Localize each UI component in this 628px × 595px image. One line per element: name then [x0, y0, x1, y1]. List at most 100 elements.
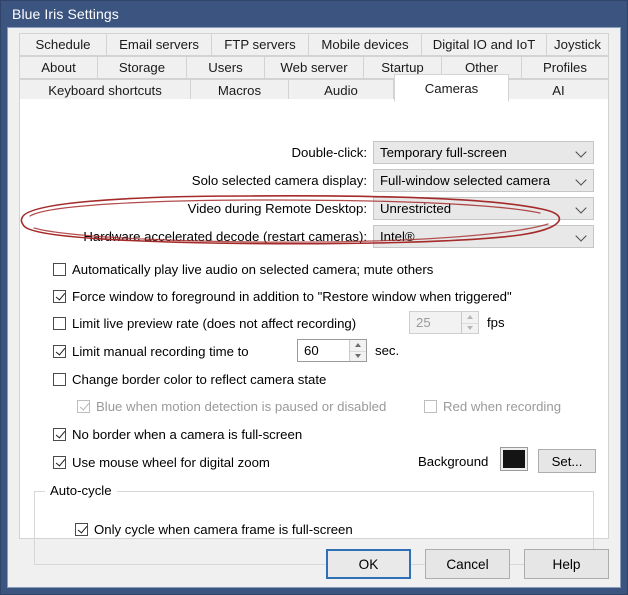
- tab-storage[interactable]: Storage: [98, 56, 187, 79]
- tab-profiles[interactable]: Profiles: [522, 56, 609, 79]
- tab-label: Digital IO and IoT: [432, 37, 536, 52]
- red-when-recording-checkbox: [424, 400, 437, 413]
- window-title: Blue Iris Settings: [12, 6, 119, 22]
- tab-label: Macros: [217, 83, 262, 98]
- auto-play-audio-checkbox[interactable]: [53, 263, 66, 276]
- fps-increment-button[interactable]: [462, 312, 478, 323]
- dialog-button-bar: OK Cancel Help: [326, 549, 609, 579]
- auto-play-audio-label: Automatically play live audio on selecte…: [72, 262, 434, 277]
- chevron-down-icon: [575, 173, 587, 186]
- chevron-down-icon: [575, 201, 587, 214]
- tab-row-1: Schedule Email servers FTP servers Mobil…: [19, 33, 609, 56]
- tab-digital-io-iot[interactable]: Digital IO and IoT: [422, 33, 547, 56]
- cameras-settings-panel: Double-click: Temporary full-screen Solo…: [19, 99, 609, 565]
- tab-label: FTP servers: [224, 37, 296, 52]
- fps-decrement-button[interactable]: [462, 322, 478, 334]
- limit-preview-checkbox[interactable]: [53, 317, 66, 330]
- no-border-fullscreen-label: No border when a camera is full-screen: [72, 427, 303, 442]
- red-when-recording-checkbox-row: Red when recording: [424, 399, 561, 414]
- remote-desktop-label: Video during Remote Desktop:: [187, 201, 367, 216]
- seconds-unit-label: sec.: [375, 343, 400, 358]
- tab-label: Audio: [324, 83, 358, 98]
- tab-cameras[interactable]: Cameras: [394, 74, 509, 102]
- limit-manual-checkbox[interactable]: [53, 345, 66, 358]
- tab-label: Schedule: [35, 37, 91, 52]
- change-border-checkbox-row[interactable]: Change border color to reflect camera st…: [53, 372, 326, 387]
- hardware-decode-dropdown[interactable]: Intel®: [373, 225, 594, 248]
- blue-when-paused-checkbox-row: Blue when motion detection is paused or …: [77, 399, 386, 414]
- double-click-label: Double-click:: [291, 145, 368, 160]
- chevron-down-icon: [575, 145, 587, 158]
- force-foreground-label: Force window to foreground in addition t…: [72, 289, 512, 304]
- background-color-swatch[interactable]: [500, 447, 528, 471]
- double-click-value: Temporary full-screen: [380, 145, 507, 160]
- seconds-spinner[interactable]: 60: [297, 339, 367, 362]
- force-foreground-checkbox[interactable]: [53, 290, 66, 303]
- no-border-fullscreen-checkbox-row[interactable]: No border when a camera is full-screen: [53, 427, 302, 442]
- tab-label: Other: [465, 60, 498, 75]
- mouse-wheel-zoom-checkbox-row[interactable]: Use mouse wheel for digital zoom: [53, 455, 270, 470]
- tab-email-servers[interactable]: Email servers: [107, 33, 212, 56]
- force-foreground-checkbox-row[interactable]: Force window to foreground in addition t…: [53, 289, 512, 304]
- tab-users[interactable]: Users: [187, 56, 265, 79]
- ok-button-label: OK: [358, 556, 379, 572]
- cancel-button[interactable]: Cancel: [425, 549, 510, 579]
- window-client-area: Schedule Email servers FTP servers Mobil…: [7, 27, 621, 588]
- tab-label: Keyboard shortcuts: [48, 83, 162, 98]
- solo-display-label: Solo selected camera display:: [191, 173, 367, 188]
- tab-web-server[interactable]: Web server: [265, 56, 364, 79]
- tab-strip: Schedule Email servers FTP servers Mobil…: [19, 33, 609, 102]
- limit-manual-label: Limit manual recording time to: [72, 344, 249, 359]
- help-button-label: Help: [552, 556, 581, 572]
- background-set-label: Set...: [551, 453, 583, 469]
- fps-spinner[interactable]: 25: [409, 311, 479, 334]
- red-when-recording-label: Red when recording: [443, 399, 562, 414]
- tab-label: Cameras: [424, 80, 479, 96]
- settings-window: Blue Iris Settings Schedule Email server…: [0, 0, 628, 595]
- tab-label: Startup: [381, 60, 424, 75]
- fps-unit-label: fps: [487, 315, 505, 330]
- seconds-decrement-button[interactable]: [350, 350, 366, 362]
- tab-label: About: [41, 60, 76, 75]
- double-click-dropdown[interactable]: Temporary full-screen: [373, 141, 594, 164]
- tab-ftp-servers[interactable]: FTP servers: [212, 33, 309, 56]
- tab-label: Web server: [280, 60, 348, 75]
- tab-label: AI: [552, 83, 565, 98]
- auto-play-audio-checkbox-row[interactable]: Automatically play live audio on selecte…: [53, 262, 433, 277]
- blue-when-paused-label: Blue when motion detection is paused or …: [96, 399, 387, 414]
- mouse-wheel-zoom-label: Use mouse wheel for digital zoom: [72, 455, 270, 470]
- background-label: Background: [418, 454, 489, 469]
- tab-about[interactable]: About: [19, 56, 98, 79]
- only-cycle-fullscreen-checkbox[interactable]: [75, 523, 88, 536]
- hardware-decode-row: Hardware accelerated decode (restart cam…: [20, 225, 600, 248]
- limit-preview-checkbox-row[interactable]: Limit live preview rate (does not affect…: [53, 316, 356, 331]
- limit-manual-checkbox-row[interactable]: Limit manual recording time to: [53, 344, 249, 359]
- background-set-button[interactable]: Set...: [538, 449, 596, 473]
- no-border-fullscreen-checkbox[interactable]: [53, 428, 66, 441]
- help-button[interactable]: Help: [524, 549, 609, 579]
- tab-label: Email servers: [119, 37, 199, 52]
- solo-display-dropdown[interactable]: Full-window selected camera: [373, 169, 594, 192]
- change-border-checkbox[interactable]: [53, 373, 66, 386]
- remote-desktop-value: Unrestricted: [380, 201, 452, 216]
- tab-joystick[interactable]: Joystick: [547, 33, 609, 56]
- solo-display-value: Full-window selected camera: [380, 173, 551, 188]
- remote-desktop-dropdown[interactable]: Unrestricted: [373, 197, 594, 220]
- tab-schedule[interactable]: Schedule: [19, 33, 107, 56]
- fps-spinner-buttons[interactable]: [461, 312, 478, 333]
- tab-mobile-devices[interactable]: Mobile devices: [309, 33, 422, 56]
- double-click-row: Double-click: Temporary full-screen: [20, 141, 600, 164]
- seconds-spinner-buttons[interactable]: [349, 340, 366, 361]
- hardware-decode-label: Hardware accelerated decode (restart cam…: [83, 229, 367, 244]
- tab-label: Storage: [118, 60, 166, 75]
- ok-button[interactable]: OK: [326, 549, 411, 579]
- seconds-value: 60: [304, 343, 319, 358]
- tab-label: Mobile devices: [321, 37, 409, 52]
- mouse-wheel-zoom-checkbox[interactable]: [53, 456, 66, 469]
- only-cycle-fullscreen-checkbox-row[interactable]: Only cycle when camera frame is full-scr…: [75, 522, 353, 537]
- tab-row-2: About Storage Users Web server Startup O…: [19, 56, 609, 79]
- limit-preview-label: Limit live preview rate (does not affect…: [72, 316, 357, 331]
- seconds-increment-button[interactable]: [350, 340, 366, 351]
- fps-value: 25: [416, 315, 431, 330]
- remote-desktop-row: Video during Remote Desktop: Unrestricte…: [20, 197, 600, 220]
